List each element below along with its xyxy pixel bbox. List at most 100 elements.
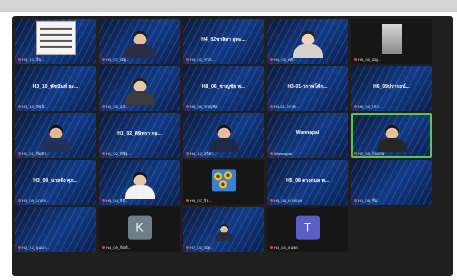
mic-muted-icon bbox=[270, 152, 273, 156]
participant-display-name: H5_08 ดวงกมล พ... bbox=[286, 178, 329, 184]
mic-muted-icon bbox=[270, 58, 273, 62]
participant-name: H8_06_ชาญชัย bbox=[190, 104, 218, 109]
participant-video bbox=[124, 78, 155, 105]
participant-video bbox=[124, 31, 155, 58]
participant-tile-H4_12_student[interactable]: H4_12_สุริยา... bbox=[183, 113, 264, 158]
mic-muted-icon bbox=[186, 58, 189, 62]
mic-muted-icon bbox=[270, 199, 273, 203]
participant-label: H3_10_สื่อ... bbox=[18, 57, 94, 62]
mic-muted-icon bbox=[186, 105, 189, 109]
participant-label: H3_04_ธนพร bbox=[270, 245, 346, 250]
participant-label: H3_10_พัชนิ... bbox=[18, 104, 94, 109]
participant-label: H4_07_จิร... bbox=[186, 198, 262, 203]
participant-label: H2_12_อุนนา... bbox=[18, 245, 94, 250]
participant-label: H4_05_ศศิ... bbox=[270, 57, 346, 62]
participant-name: H3_10_พัชนิ... bbox=[22, 104, 48, 109]
participant-name: H5_08_ดวงกมล bbox=[274, 198, 303, 203]
participant-name: H4_02_ชาล... bbox=[190, 57, 215, 62]
participant-video bbox=[376, 125, 407, 152]
participant-video bbox=[124, 172, 155, 199]
mic-muted-icon bbox=[102, 58, 105, 62]
participant-display-name: H6_09ปรารถน์... bbox=[373, 84, 410, 90]
mic-muted-icon bbox=[102, 105, 105, 109]
profile-photo bbox=[381, 23, 402, 54]
participant-tile-H6_05_student[interactable]: H6_05_มัญ... bbox=[351, 19, 432, 64]
participant-tile-H2_05_student[interactable]: H2_05_สุภั... bbox=[99, 66, 180, 111]
avatar: T bbox=[295, 215, 320, 240]
participant-name: Wannapai bbox=[274, 151, 292, 156]
mic-muted-icon bbox=[354, 58, 357, 62]
participant-video bbox=[40, 125, 71, 152]
participant-name: H4_09_กิตติ... bbox=[106, 245, 131, 250]
participant-name: H4_05_ศศิ... bbox=[274, 57, 297, 62]
participant-name: H4_07_จิร... bbox=[190, 198, 212, 203]
participant-label: H3-01-วราพ... bbox=[270, 104, 346, 109]
participant-display-name: Wannapai bbox=[295, 130, 320, 136]
avatar: K bbox=[127, 215, 152, 240]
participant-label: H4_12_สุริยา... bbox=[186, 151, 262, 156]
participant-label: H7_03_ณัฐ... bbox=[186, 245, 262, 250]
participant-label: H3_07_ณัฐ... bbox=[102, 57, 178, 62]
mic-muted-icon bbox=[102, 152, 105, 156]
participant-tile-H3_07_student[interactable]: H3_07_ณัฐ... bbox=[99, 19, 180, 64]
participant-name: H3_04_ธนพร bbox=[274, 245, 298, 250]
participant-display-name: H3_09_นวลจัง ศุภ... bbox=[33, 178, 78, 184]
participant-tile-H7_03_student[interactable]: H7_03_ณัฐ... bbox=[183, 207, 264, 252]
participant-name: H1_01_ทีมหัว... bbox=[22, 151, 50, 156]
participant-name: H3_09_นวลจ... bbox=[22, 198, 50, 203]
participant-tile-Wannapai[interactable]: Wannapai Wannapai bbox=[267, 113, 348, 158]
participant-tile-H1_01_student[interactable]: H1_01_ทีมหัว... bbox=[15, 113, 96, 158]
participant-video bbox=[214, 224, 233, 241]
participant-name: H1_02_ดิษิฐ... bbox=[106, 151, 131, 156]
participant-display-name: H4_02ชาลิสา อุทะ... bbox=[201, 37, 246, 43]
participant-tile-H5_04_student[interactable]: H5_04_ธิติ... bbox=[99, 160, 180, 205]
participant-name: H2_12_อุนนา... bbox=[22, 245, 50, 250]
participant-label: H5_04_ธิติ... bbox=[102, 198, 178, 203]
participant-name: H2_08_ก้องภพ bbox=[358, 151, 385, 156]
participant-display-name: H8_06_ชาญชัย พ... bbox=[201, 84, 246, 90]
participant-tile-K_user[interactable]: K H4_09_กิตติ... bbox=[99, 207, 180, 252]
meeting-gallery: H3_10_สื่อ... H3_07_ณัฐ... H4_02ชาลิสา อุท… bbox=[12, 16, 453, 276]
mic-muted-icon bbox=[186, 199, 189, 203]
participant-video bbox=[208, 125, 239, 152]
participant-label: H4_02_ชาล... bbox=[186, 57, 262, 62]
participant-label: H6_05_มัญ... bbox=[354, 57, 430, 62]
mic-muted-icon bbox=[354, 105, 357, 109]
mic-muted-icon bbox=[186, 246, 189, 250]
participant-name: H5_04_ธิติ... bbox=[106, 198, 129, 203]
participant-tile-H2_12_student[interactable]: H2_12_อุนนา... bbox=[15, 207, 96, 252]
mic-muted-icon bbox=[18, 105, 21, 109]
participant-label: H1_01_ทีมหัว... bbox=[18, 151, 94, 156]
mic-muted-icon bbox=[18, 199, 21, 203]
participant-label: H2_05_สุภั... bbox=[102, 104, 178, 109]
participant-tile-H4_02_student[interactable]: H4_02ชาลิสา อุทะ... H4_02_ชาล... bbox=[183, 19, 264, 64]
participant-tile-H3_10b_student[interactable]: H3_10_พัชนันท์ ยะ... H3_10_พัชนิ... bbox=[15, 66, 96, 111]
participant-label: H1_08_ชื่อ... bbox=[354, 198, 430, 203]
participant-name: H1_08_ชื่อ... bbox=[358, 198, 381, 203]
sunflower-picture bbox=[211, 168, 236, 191]
mic-muted-icon bbox=[270, 105, 273, 109]
participant-tile-H6_09_student[interactable]: H6_09ปรารถน์... H6_09_ปรา... bbox=[351, 66, 432, 111]
mic-muted-icon bbox=[354, 199, 357, 203]
participant-tile-H4_07_student[interactable]: H4_07_จิร... bbox=[183, 160, 264, 205]
participant-tile-H1_08_student[interactable]: H1_08_ชื่อ... bbox=[351, 160, 432, 205]
participant-label: H4_09_กิตติ... bbox=[102, 245, 178, 250]
participant-tile-H8_06_student[interactable]: H8_06_ชาญชัย พ... H8_06_ชาญชัย bbox=[183, 66, 264, 111]
participant-name: H6_09_ปรา... bbox=[358, 104, 383, 109]
participant-tile-H1_02_student[interactable]: H1_02_ดิษิทรา กอ... H1_02_ดิษิฐ... bbox=[99, 113, 180, 158]
participant-tile-H4_05_student[interactable]: H4_05_ศศิ... bbox=[267, 19, 348, 64]
participant-label: Wannapai bbox=[270, 151, 346, 156]
profile-picture bbox=[35, 20, 76, 55]
participant-label: H8_06_ชาญชัย bbox=[186, 104, 262, 109]
participant-display-name: H3_10_พัชนันท์ ยะ... bbox=[32, 84, 79, 90]
participant-tile-H3_09_student[interactable]: H3_09_นวลจัง ศุภ... H3_09_นวลจ... bbox=[15, 160, 96, 205]
participant-tile-T_user[interactable]: T H3_04_ธนพร bbox=[267, 207, 348, 252]
participant-video bbox=[292, 31, 323, 58]
mic-muted-icon bbox=[102, 199, 105, 203]
participant-tile-H5_08_student[interactable]: H5_08 ดวงกมล พ... H5_08_ดวงกมล bbox=[267, 160, 348, 205]
participant-label: H6_09_ปรา... bbox=[354, 104, 430, 109]
participant-tile-H2_08_student[interactable]: H2_08_ก้องภพ bbox=[351, 113, 432, 158]
participant-tile-H3_10_student[interactable]: H3_10_สื่อ... bbox=[15, 19, 96, 64]
participant-label: H5_08_ดวงกมล bbox=[270, 198, 346, 203]
participant-tile-H3_01_student[interactable]: H3-01-วราพโค้ก... H3-01-วราพ... bbox=[267, 66, 348, 111]
